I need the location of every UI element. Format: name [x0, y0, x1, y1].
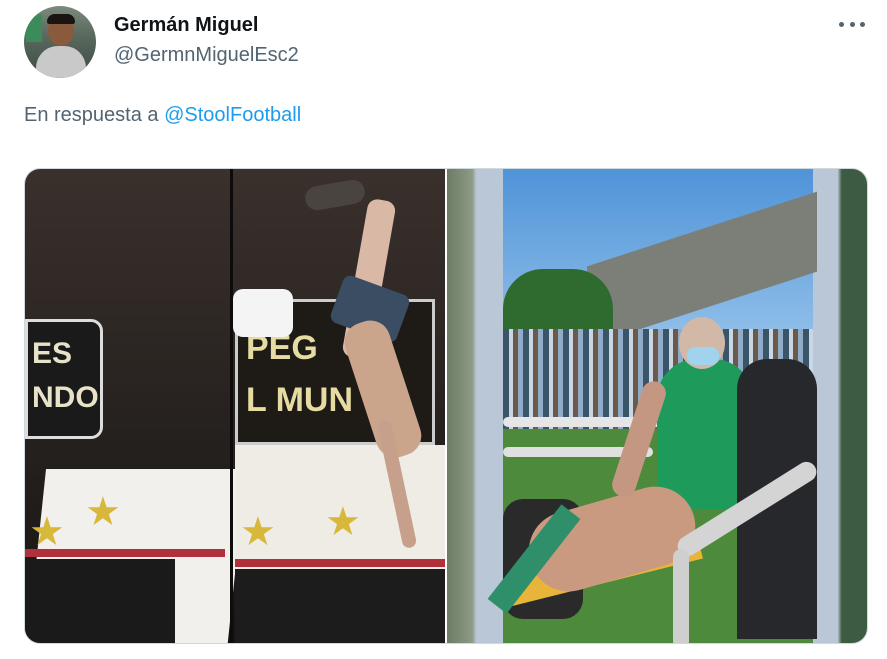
bus-grille — [235, 569, 445, 643]
avatar-hair — [47, 14, 75, 24]
media-image-2[interactable] — [447, 169, 867, 643]
metal-bar — [673, 549, 689, 643]
figure-shoe — [303, 177, 367, 213]
star-icon: ★ — [85, 490, 121, 534]
figure-arm — [233, 289, 293, 337]
bus-stripe — [235, 559, 445, 567]
reply-mention-link[interactable]: @StoolFootball — [164, 104, 301, 126]
avatar-shirt — [36, 46, 86, 78]
star-icon: ★ — [325, 500, 361, 544]
bus-grille — [25, 559, 175, 643]
face-mask — [687, 347, 719, 365]
author-name[interactable]: Germán Miguel — [114, 14, 258, 37]
media-image-1[interactable]: ES NDO ★ ★ PEG L MUN ★ ★ — [25, 169, 445, 643]
more-dot-icon — [839, 21, 844, 27]
avatar[interactable] — [24, 6, 96, 78]
media-grid: ES NDO ★ ★ PEG L MUN ★ ★ — [24, 168, 868, 644]
reply-prefix: En respuesta a — [24, 104, 159, 126]
more-dot-icon — [860, 21, 865, 27]
avatar-flag — [26, 14, 42, 42]
author-handle[interactable]: @GermnMiguelEsc2 — [114, 44, 299, 67]
more-dot-icon — [849, 21, 855, 27]
frame-divider — [230, 169, 233, 643]
more-options-button[interactable] — [839, 14, 865, 34]
bus-sign-left: ES NDO — [25, 319, 103, 439]
star-icon: ★ — [240, 510, 276, 554]
reply-context: En respuesta a @StoolFootball — [24, 104, 301, 127]
star-icon: ★ — [29, 510, 65, 554]
